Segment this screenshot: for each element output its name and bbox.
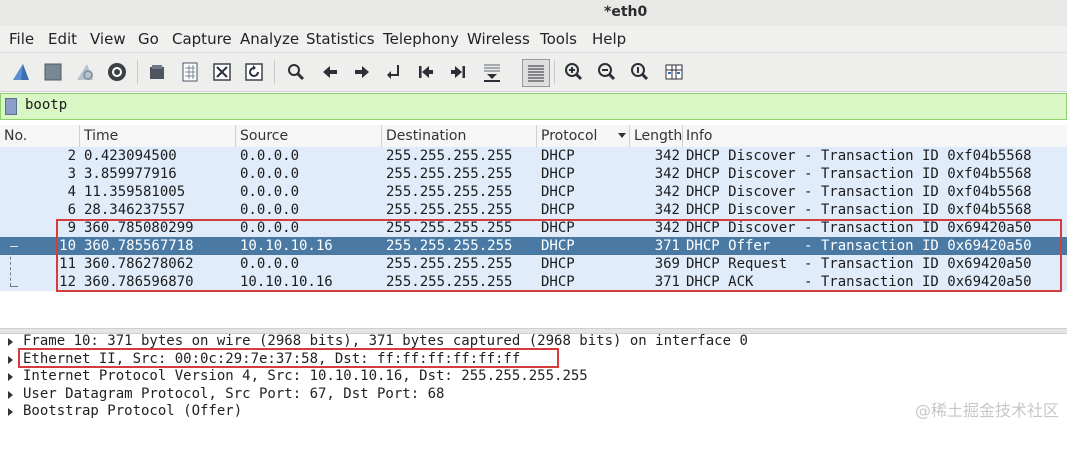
cell-length: 342 bbox=[654, 202, 680, 218]
table-row[interactable]: 6 28.346237557 0.0.0.0 255.255.255.255 D… bbox=[0, 201, 1067, 219]
table-row[interactable]: 4 11.359581005 0.0.0.0 255.255.255.255 D… bbox=[0, 183, 1067, 201]
stop-square-icon[interactable] bbox=[41, 60, 65, 84]
toolbar-separator bbox=[554, 60, 555, 84]
expand-arrow-icon[interactable] bbox=[8, 355, 13, 364]
menu-telephony[interactable]: Telephony bbox=[383, 30, 459, 48]
menu-go[interactable]: Go bbox=[138, 30, 159, 48]
shark-fin-start-icon[interactable] bbox=[9, 60, 33, 84]
expand-arrow-icon[interactable] bbox=[8, 408, 13, 416]
menu-tools[interactable]: Tools bbox=[540, 30, 577, 48]
column-divider[interactable] bbox=[79, 125, 80, 147]
related-packet-tick bbox=[10, 246, 18, 247]
cell-info: DHCP Discover - Transaction ID 0xf04b556… bbox=[686, 202, 1032, 218]
column-header-destination[interactable]: Destination bbox=[386, 128, 466, 146]
column-header-no[interactable]: No. bbox=[4, 128, 27, 146]
close-file-icon[interactable] bbox=[210, 60, 234, 84]
cell-length: 342 bbox=[654, 166, 680, 182]
watermark: @稀土掘金技术社区 bbox=[914, 401, 1059, 420]
table-row[interactable]: 3 3.859977916 0.0.0.0 255.255.255.255 DH… bbox=[0, 165, 1067, 183]
shark-fin-restart-icon[interactable] bbox=[73, 60, 97, 84]
detail-text: User Datagram Protocol, Src Port: 67, Ds… bbox=[23, 385, 445, 402]
highlight-box-packets bbox=[56, 219, 1062, 292]
cell-info: DHCP Discover - Transaction ID 0xf04b556… bbox=[686, 166, 1032, 182]
column-divider[interactable] bbox=[536, 125, 537, 147]
display-filter-bar[interactable]: bootp bbox=[0, 93, 1067, 120]
column-header-length[interactable]: Length bbox=[634, 128, 682, 146]
main-toolbar bbox=[0, 53, 1067, 92]
file-grid-icon[interactable] bbox=[178, 60, 202, 84]
title-bar: *eth0 bbox=[0, 0, 1067, 26]
search-icon[interactable] bbox=[284, 60, 308, 84]
detail-text: Internet Protocol Version 4, Src: 10.10.… bbox=[23, 368, 588, 384]
expand-arrow-icon[interactable] bbox=[8, 390, 13, 399]
packet-list-header: No. Time Source Destination Protocol Len… bbox=[0, 125, 1067, 148]
arrow-right-icon[interactable] bbox=[350, 60, 374, 84]
zoom-normal-icon[interactable] bbox=[628, 60, 652, 84]
bookmark-icon[interactable] bbox=[5, 98, 17, 115]
detail-text: Bootstrap Protocol (Offer) bbox=[23, 403, 243, 419]
column-divider[interactable] bbox=[235, 125, 236, 147]
highlight-box-ethernet bbox=[18, 348, 559, 368]
expand-arrow-icon[interactable] bbox=[8, 373, 13, 381]
toolbar-separator bbox=[274, 60, 275, 84]
related-packet-line bbox=[10, 246, 11, 286]
column-divider[interactable] bbox=[629, 125, 630, 147]
packet-list-empty-area bbox=[0, 291, 1067, 328]
related-packet-tick bbox=[10, 286, 18, 287]
display-filter-input[interactable]: bootp bbox=[25, 97, 67, 113]
zoom-in-icon[interactable] bbox=[562, 60, 586, 84]
resize-columns-icon[interactable] bbox=[662, 60, 686, 84]
menu-wireless[interactable]: Wireless bbox=[467, 30, 530, 48]
last-packet-icon[interactable] bbox=[446, 60, 470, 84]
menu-capture[interactable]: Capture bbox=[172, 30, 232, 48]
column-divider[interactable] bbox=[381, 125, 382, 147]
menu-view[interactable]: View bbox=[90, 30, 126, 48]
cell-info: DHCP Discover - Transaction ID 0xf04b556… bbox=[686, 148, 1032, 164]
reload-icon[interactable] bbox=[242, 60, 266, 84]
packet-details: Frame 10: 371 bytes on wire (2968 bits),… bbox=[0, 333, 1067, 425]
column-header-info[interactable]: Info bbox=[686, 128, 713, 146]
column-divider[interactable] bbox=[682, 125, 683, 147]
cell-length: 342 bbox=[654, 148, 680, 164]
menu-analyze[interactable]: Analyze bbox=[240, 30, 299, 48]
detail-bootp[interactable]: Bootstrap Protocol (Offer) bbox=[0, 403, 1067, 421]
colorize-icon[interactable] bbox=[522, 59, 550, 87]
column-header-time[interactable]: Time bbox=[84, 128, 118, 146]
expand-arrow-icon[interactable] bbox=[8, 338, 13, 346]
autoscroll-icon[interactable] bbox=[480, 60, 504, 84]
go-to-packet-icon[interactable] bbox=[382, 60, 406, 84]
arrow-left-icon[interactable] bbox=[318, 60, 342, 84]
menu-bar: File Edit View Go Capture Analyze Statis… bbox=[0, 26, 1067, 53]
cell-info: DHCP Discover - Transaction ID 0xf04b556… bbox=[686, 184, 1032, 200]
table-row[interactable]: 2 0.423094500 0.0.0.0 255.255.255.255 DH… bbox=[0, 147, 1067, 165]
toolbar-separator bbox=[137, 60, 138, 84]
detail-text: Frame 10: 371 bytes on wire (2968 bits),… bbox=[23, 333, 748, 349]
window-title: *eth0 bbox=[604, 4, 648, 20]
gear-options-icon[interactable] bbox=[105, 60, 129, 84]
menu-help[interactable]: Help bbox=[592, 30, 626, 48]
open-folder-icon[interactable] bbox=[146, 60, 170, 84]
detail-ip[interactable]: Internet Protocol Version 4, Src: 10.10.… bbox=[0, 368, 1067, 386]
column-header-protocol[interactable]: Protocol bbox=[541, 128, 597, 146]
sort-arrow-icon bbox=[618, 133, 626, 138]
zoom-out-icon[interactable] bbox=[595, 60, 619, 84]
menu-file[interactable]: File bbox=[9, 30, 34, 48]
menu-edit[interactable]: Edit bbox=[48, 30, 77, 48]
menu-statistics[interactable]: Statistics bbox=[306, 30, 375, 48]
first-packet-icon[interactable] bbox=[414, 60, 438, 84]
detail-udp[interactable]: User Datagram Protocol, Src Port: 67, Ds… bbox=[0, 386, 1067, 404]
cell-length: 342 bbox=[654, 184, 680, 200]
column-header-source[interactable]: Source bbox=[240, 128, 288, 146]
